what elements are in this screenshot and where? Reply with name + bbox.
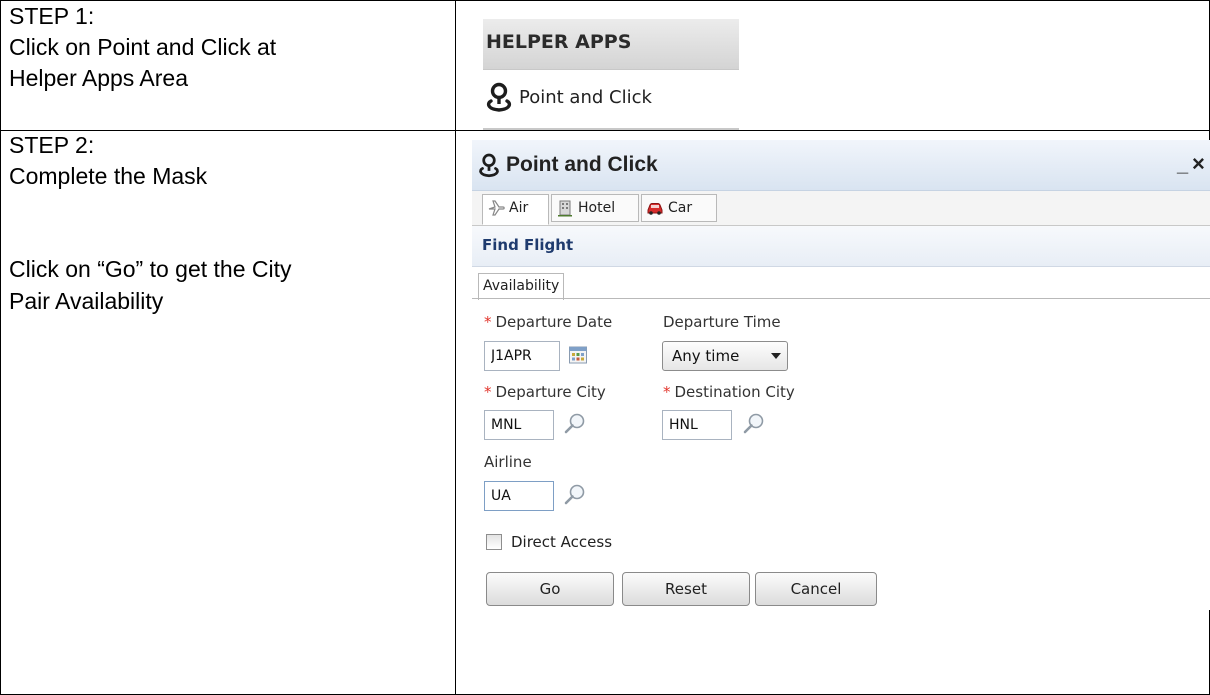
destination-city-input[interactable] [662,410,732,440]
go-button[interactable]: Go [486,572,614,606]
map-pin-icon [479,153,499,178]
departure-city-label: * Departure City [484,383,606,401]
section-title: Find Flight [482,236,574,254]
helper-item-point-and-click[interactable]: Point and Click [483,70,739,130]
direct-access-label: Direct Access [511,533,613,551]
step2-line: Click on “Go” to get the City [9,256,292,282]
map-pin-icon [486,82,512,112]
reset-button[interactable]: Reset [622,572,750,606]
tab-air[interactable]: Air [482,194,549,225]
search-icon[interactable] [742,412,766,436]
panel-title: Point and Click [506,153,658,176]
step2-text-cell: STEP 2: Complete the Mask Click on “Go” … [0,130,456,695]
step2-heading: STEP 2: [9,132,95,158]
required-marker: * [663,383,671,401]
find-flight-header: Find Flight [472,226,1210,267]
helper-apps-header: HELPER APPS [483,19,739,70]
chevron-down-icon [771,353,781,359]
step2-line: Pair Availability [9,288,164,314]
tab-label: Car [668,200,693,216]
direct-access-checkbox[interactable] [486,534,502,550]
tab-label: Hotel [578,200,616,216]
tab-hotel[interactable]: Hotel [551,194,639,222]
step1-line: Click on Point and Click at [9,34,277,60]
airline-input[interactable] [484,481,554,511]
select-value: Any time [672,347,740,365]
departure-date-label: * Departure Date [484,313,613,331]
required-marker: * [484,383,492,401]
subtab-divider [472,298,1210,299]
step2-line: Complete the Mask [9,163,208,189]
tab-car[interactable]: Car [641,194,717,222]
departure-city-input[interactable] [484,410,554,440]
calendar-icon[interactable] [568,345,588,365]
tab-label: Air [509,200,529,216]
step1-line: Helper Apps Area [9,65,189,91]
close-button[interactable]: × [1192,151,1205,177]
airplane-icon [488,200,505,216]
required-marker: * [484,313,492,331]
search-icon[interactable] [563,412,587,436]
departure-date-input[interactable] [484,341,560,371]
helper-apps-title: HELPER APPS [486,31,632,53]
step1-text-cell: STEP 1: Click on Point and Click at Help… [0,0,456,131]
panel-titlebar: Point and Click _ × [472,140,1210,191]
minimize-button[interactable]: _ [1177,154,1188,177]
building-icon [558,200,572,217]
search-icon[interactable] [563,483,587,507]
panel-tabs: Air Hotel Car [472,191,1210,226]
step1-heading: STEP 1: [9,3,95,29]
helper-item-label: Point and Click [519,87,652,108]
cancel-button[interactable]: Cancel [755,572,877,606]
destination-city-label: * Destination City [663,383,795,401]
airline-label: Airline [484,453,532,471]
departure-time-label: Departure Time [663,313,781,331]
car-icon [647,203,663,215]
tab-availability[interactable]: Availability [478,273,565,300]
departure-time-select[interactable]: Any time [662,341,788,371]
point-and-click-panel: Point and Click _ × Air Hotel Car Find F… [472,140,1210,610]
